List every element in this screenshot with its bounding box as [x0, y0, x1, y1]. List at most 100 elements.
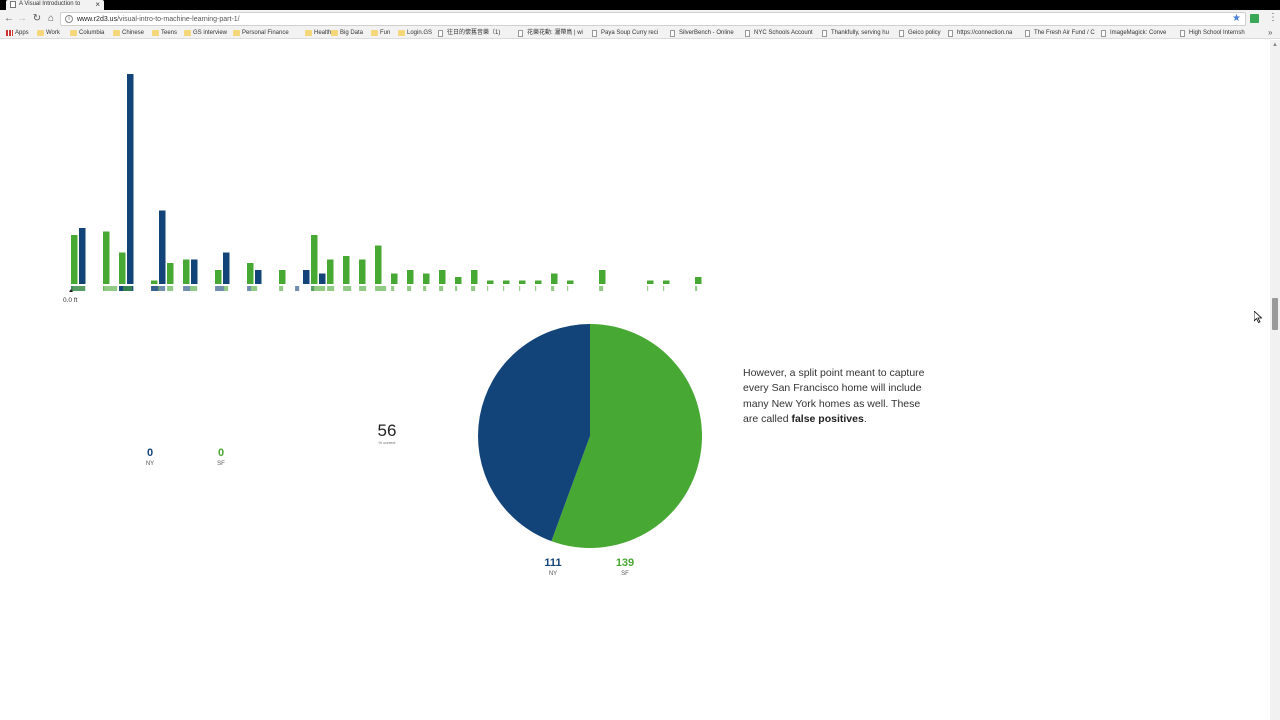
data-point-tick: [647, 286, 649, 291]
data-point-tick: [256, 286, 258, 291]
bookmark-item[interactable]: 花樂花動: 灑帶鳥 | wi: [518, 29, 583, 38]
bookmark-item[interactable]: Health: [305, 29, 331, 38]
bookmark-label: The Fresh Air Fund / C: [1034, 30, 1095, 36]
right-ny-value: 111: [544, 557, 562, 569]
bookmark-label: GS interview: [193, 30, 228, 36]
bookmark-item[interactable]: 往日的懷舊音樂（1): [438, 29, 500, 38]
folder-icon: [398, 30, 405, 36]
histogram-bar-sf: [71, 235, 78, 284]
bookmark-item[interactable]: SilverBench - Online: [670, 29, 734, 38]
data-point-tick: [196, 286, 198, 291]
histogram-bar-sf: [695, 277, 702, 284]
bookmark-item[interactable]: Columbia: [70, 29, 104, 38]
histogram-bar-sf: [455, 277, 462, 284]
reload-icon[interactable]: ↻: [31, 12, 43, 25]
bookmark-label: Chinese: [122, 30, 145, 36]
bookmarks-bar: » Apps Work Columbia Chinese Teens GS intervi…: [0, 28, 1280, 39]
data-point-tick: [425, 286, 427, 291]
left-ny-value: 0: [146, 447, 154, 459]
bookmark-label: Login.GS: [407, 30, 433, 36]
page-icon: [822, 30, 827, 37]
info-icon[interactable]: i: [65, 15, 73, 23]
data-point-tick: [72, 286, 74, 291]
vertical-scrollbar[interactable]: ▲: [1270, 40, 1280, 720]
histogram-bar-sf: [487, 280, 494, 284]
data-point-tick: [365, 286, 367, 291]
page-icon: [10, 1, 16, 8]
histogram-bar-ny: [127, 74, 134, 284]
histogram-bar-sf: [647, 280, 654, 284]
bookmark-item[interactable]: Chinese: [113, 29, 144, 38]
histogram-bar-sf: [327, 259, 334, 284]
narration-end: .: [863, 412, 867, 425]
browser-tab[interactable]: A Visual Introduction to ×: [6, 0, 104, 10]
address-bar[interactable]: i www.r2d3.us/visual-intro-to-machine-le…: [60, 12, 1246, 26]
histogram-bar-sf: [599, 270, 606, 284]
page-icon: [948, 30, 953, 37]
histogram-bar-sf: [359, 259, 366, 284]
url-text: www.r2d3.us/visual-intro-to-machine-lear…: [77, 16, 240, 23]
close-icon[interactable]: ×: [95, 0, 100, 9]
forward-icon[interactable]: →: [16, 12, 28, 25]
data-point-tick: [602, 286, 604, 291]
scroll-up-arrow-icon[interactable]: ▲: [1270, 42, 1280, 48]
bookmark-label: Teens: [161, 30, 178, 36]
bookmark-item[interactable]: Personal Finance: [233, 29, 289, 38]
histogram-bar-sf: [439, 270, 446, 284]
page-icon: [899, 30, 904, 37]
menu-icon[interactable]: ⋮: [1268, 12, 1278, 23]
data-point-tick: [298, 286, 300, 291]
histogram-bar-sf: [375, 245, 382, 284]
bookmark-label: https://connection.na: [957, 30, 1013, 36]
data-point-tick: [474, 286, 476, 291]
bookmark-item[interactable]: ImageMagick: Conve: [1101, 29, 1166, 38]
narration-text: However, a split point meant to capture …: [743, 366, 938, 427]
extension-icon[interactable]: [1250, 14, 1259, 23]
back-icon[interactable]: ←: [3, 12, 15, 25]
bookmark-item[interactable]: https://connection.na: [948, 29, 1012, 38]
histogram-bar-sf: [215, 270, 222, 284]
histogram-bar-sf: [311, 235, 318, 284]
bookmark-star-icon[interactable]: ★: [1232, 13, 1241, 25]
bookmark-label: Work: [46, 30, 60, 36]
bookmark-item[interactable]: NYC Schools Account: [745, 29, 813, 38]
bookmark-label: Geico policy: [908, 30, 941, 36]
bookmark-label: 花樂花動: 灑帶鳥 | wi: [527, 30, 583, 36]
right-sf-value: 139: [615, 557, 635, 569]
bookmark-item[interactable]: GS interview: [184, 29, 227, 38]
page-icon: [745, 30, 750, 37]
bookmark-item[interactable]: Big Data: [331, 29, 363, 38]
bookmark-item[interactable]: Geico policy: [899, 29, 941, 38]
data-point-tick: [442, 286, 444, 291]
bookmark-item[interactable]: Paya Soup Curry reci: [592, 29, 658, 38]
data-point-tick: [663, 286, 665, 291]
bookmark-item[interactable]: Teens: [152, 29, 177, 38]
narration-emphasis: false positives: [791, 412, 864, 425]
page-icon: [1180, 30, 1185, 37]
bookmark-label: 往日的懷舊音樂（1): [447, 30, 501, 36]
bookmark-label: Health: [314, 30, 332, 36]
accuracy-label: % correct: [378, 440, 396, 445]
data-point-tick: [313, 286, 315, 291]
bookmark-label: SilverBench - Online: [679, 30, 734, 36]
histogram-bar-sf: [183, 259, 190, 284]
folder-icon: [184, 30, 191, 36]
bookmark-item[interactable]: Login.GS: [398, 29, 432, 38]
bookmark-item[interactable]: Fun: [371, 29, 390, 38]
folder-icon: [305, 30, 312, 36]
data-point-tick: [158, 286, 160, 291]
more-bookmarks-icon[interactable]: »: [1268, 28, 1272, 37]
bookmark-item[interactable]: Work: [37, 29, 60, 38]
bookmark-item[interactable]: Apps: [6, 29, 29, 38]
scroll-thumb[interactable]: [1272, 298, 1278, 330]
bookmark-item[interactable]: The Fresh Air Fund / C: [1025, 29, 1095, 38]
bookmark-item[interactable]: Thankfully, serving hu: [822, 29, 889, 38]
data-point-tick: [567, 286, 569, 291]
left-sf-count: 0 SF: [206, 447, 236, 469]
bookmark-item[interactable]: High School Internsh: [1180, 29, 1245, 38]
home-icon[interactable]: ⌂: [45, 12, 57, 25]
split-marker-label: 0.0 ft: [63, 297, 78, 304]
histogram-chart: 0.0 ft: [63, 74, 702, 304]
data-point-tick: [84, 286, 86, 291]
histogram-bar-sf: [119, 252, 126, 284]
